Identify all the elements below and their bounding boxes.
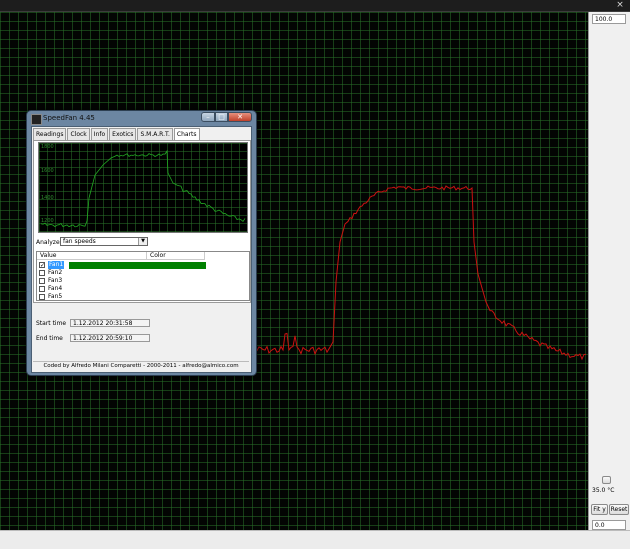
fan4-checkbox[interactable] (39, 286, 45, 292)
y-tick-label: 1400 (41, 195, 54, 201)
ymax-field[interactable]: 100.0 (592, 14, 626, 24)
fan-list: Value Color ✓ Fan1 Fan2 Fan3 Fan4 Fan5 (36, 251, 250, 301)
y-tick-label: 1200 (41, 218, 54, 224)
tab-readings[interactable]: Readings (33, 128, 67, 140)
fan-name: Fan4 (48, 285, 63, 292)
analyze-select-value: fan speeds (63, 238, 96, 245)
window-body: Readings Clock Info Exotics S.M.A.R.T. C… (31, 126, 252, 373)
fan-name: Fan5 (48, 293, 63, 300)
maximize-button[interactable]: □ (215, 112, 228, 122)
start-time-field[interactable]: 1.12.2012 20:31:58 (70, 319, 150, 327)
bottom-bar (0, 530, 630, 549)
fan2-checkbox[interactable] (39, 270, 45, 276)
scroll-handle[interactable] (602, 476, 611, 484)
ymin-field[interactable]: 0.0 (592, 520, 626, 530)
right-control-panel: 100.0 35.0 °C Fit y Reset 0.0 (588, 12, 630, 530)
fan3-checkbox[interactable] (39, 278, 45, 284)
fan-name: Fan2 (48, 269, 63, 276)
start-time-label: Start time (36, 320, 67, 327)
fan-speed-line (40, 149, 246, 228)
fan1-checkbox[interactable]: ✓ (39, 262, 45, 269)
analyze-label: Analyze (36, 239, 60, 246)
minimize-button[interactable]: – (201, 112, 215, 122)
window-close-button[interactable]: ✕ (228, 112, 252, 122)
main-chart-line (254, 185, 587, 361)
y-tick-label: 1800 (41, 144, 54, 150)
fan-speed-chart-svg (40, 149, 246, 228)
tab-clock[interactable]: Clock (67, 128, 90, 140)
column-header-value[interactable]: Value (37, 252, 147, 260)
tab-smart[interactable]: S.M.A.R.T. (137, 128, 173, 140)
charts-tab-panel: 1800 1600 1400 1200 Analyze fan speeds ▼… (33, 140, 251, 303)
chevron-down-icon[interactable]: ▼ (138, 238, 147, 245)
analyze-select[interactable]: fan speeds ▼ (60, 237, 148, 246)
window-title: SpeedFan 4.45 (43, 114, 95, 122)
window-controls: – □ ✕ (201, 112, 252, 123)
tab-info[interactable]: Info (90, 128, 109, 140)
fan-name: Fan1 (48, 261, 65, 269)
end-time-label: End time (36, 335, 63, 342)
window-title-bar[interactable]: SpeedFan 4.45 – □ ✕ (27, 111, 256, 127)
column-header-color[interactable]: Color (147, 252, 205, 260)
list-item[interactable]: ✓ Fan1 (39, 261, 239, 269)
tab-exotics[interactable]: Exotics (109, 128, 137, 140)
fan1-color-swatch[interactable] (69, 262, 206, 269)
temperature-readout: 35.0 °C (592, 487, 615, 494)
fan-speed-chart[interactable]: 1800 1600 1400 1200 (38, 142, 248, 233)
close-icon[interactable]: × (614, 0, 626, 10)
app-icon (31, 114, 42, 125)
status-bar: Coded by Alfredo Milani Comparetti - 200… (33, 361, 249, 371)
speedfan-window: SpeedFan 4.45 – □ ✕ Readings Clock Info … (26, 110, 257, 376)
y-tick-label: 1600 (41, 168, 54, 174)
fan5-checkbox[interactable] (39, 294, 45, 300)
fit-y-button[interactable]: Fit y (591, 504, 608, 515)
tab-strip: Readings Clock Info Exotics S.M.A.R.T. C… (33, 128, 201, 141)
fan-name: Fan3 (48, 277, 63, 284)
end-time-field[interactable]: 1.12.2012 20:59:10 (70, 334, 150, 342)
reset-button[interactable]: Reset (609, 504, 629, 515)
top-title-bar: × (0, 0, 630, 12)
